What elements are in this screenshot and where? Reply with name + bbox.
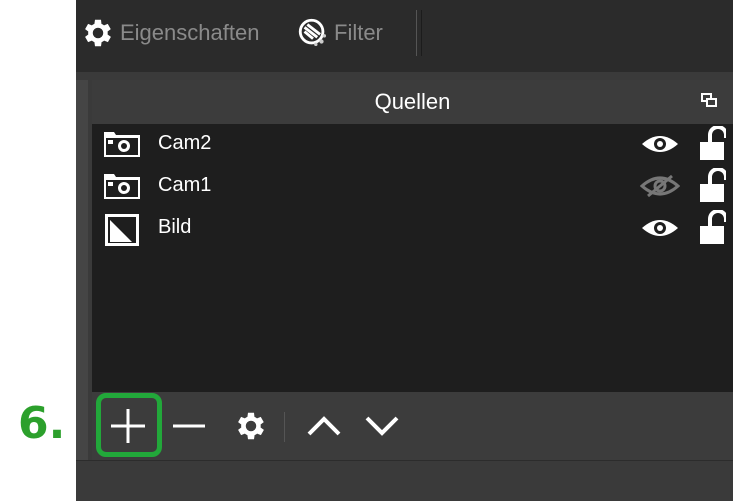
- image-icon: [105, 214, 139, 246]
- unlock-icon[interactable]: [698, 168, 726, 204]
- unlock-icon[interactable]: [698, 210, 726, 246]
- source-name: Cam1: [158, 174, 212, 196]
- filter-icon: [298, 18, 327, 47]
- camera-icon: [104, 132, 140, 157]
- chevron-up-icon: [307, 416, 341, 436]
- sources-dock: Quellen Cam2 Cam1 Bild: [92, 80, 733, 460]
- status-bar: [76, 460, 733, 501]
- sources-dock-title: Quellen: [374, 89, 451, 114]
- undock-icon[interactable]: [701, 92, 717, 108]
- sources-list: Cam2 Cam1 Bild: [92, 124, 733, 392]
- unlock-icon[interactable]: [698, 126, 726, 162]
- gear-icon: [238, 412, 264, 440]
- sources-actions-bar: [92, 392, 733, 460]
- toolbar-divider: [416, 10, 422, 56]
- step-number-label: 6.: [18, 398, 66, 449]
- actions-divider: [284, 412, 285, 442]
- source-properties-button[interactable]: [226, 392, 276, 460]
- minus-icon: [173, 424, 205, 428]
- list-item[interactable]: Bild: [92, 208, 733, 248]
- chevron-down-icon: [365, 416, 399, 436]
- eye-icon[interactable]: [640, 216, 680, 240]
- move-down-button[interactable]: [360, 392, 404, 460]
- eye-hidden-icon[interactable]: [640, 174, 680, 198]
- move-up-button[interactable]: [302, 392, 346, 460]
- eye-icon[interactable]: [640, 132, 680, 156]
- source-name: Cam2: [158, 132, 212, 154]
- adjacent-panel-edge: [76, 80, 88, 460]
- obs-window: Eigenschaften Filter Quellen Cam2 Cam1 B…: [76, 0, 733, 501]
- gear-icon: [85, 19, 111, 47]
- properties-label: Eigenschaften: [120, 20, 260, 45]
- step-highlight-box: [96, 393, 162, 457]
- source-name: Bild: [158, 216, 192, 238]
- filter-label: Filter: [334, 20, 383, 45]
- list-item[interactable]: Cam2: [92, 124, 733, 164]
- filter-button[interactable]: Filter: [296, 12, 383, 54]
- camera-icon: [104, 174, 140, 199]
- remove-source-button[interactable]: [164, 392, 214, 460]
- list-item[interactable]: Cam1: [92, 166, 733, 206]
- properties-button[interactable]: Eigenschaften: [80, 12, 259, 54]
- sources-dock-header: Quellen: [92, 80, 733, 124]
- properties-toolbar: Eigenschaften Filter: [76, 0, 733, 72]
